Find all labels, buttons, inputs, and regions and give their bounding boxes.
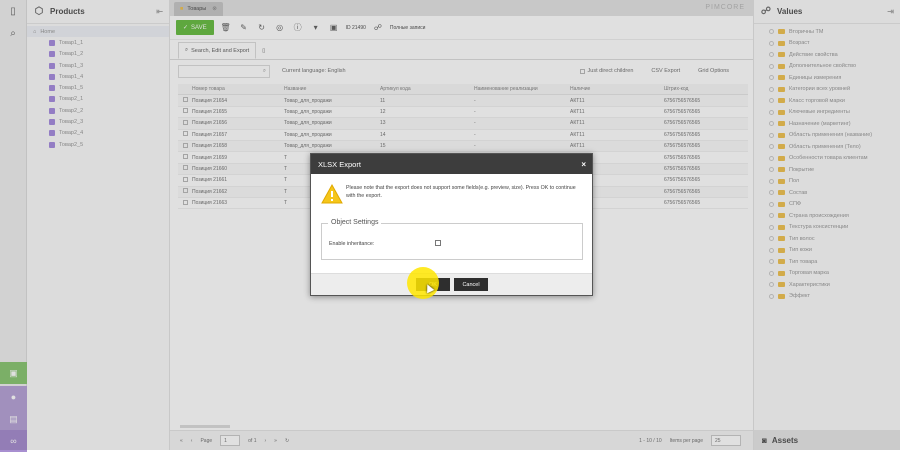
fieldset-legend: Object Settings	[328, 219, 382, 226]
click-highlight	[407, 267, 439, 299]
object-settings-fieldset: Object Settings Enable inheritance:	[321, 219, 583, 260]
cancel-button[interactable]: Cancel	[454, 278, 488, 291]
dialog-footer: OK Cancel	[311, 273, 592, 295]
xlsx-export-dialog: XLSX Export × Please note that the expor…	[310, 153, 593, 296]
dialog-title: XLSX Export	[318, 159, 361, 169]
dialog-header: XLSX Export ×	[311, 154, 592, 174]
inheritance-checkbox[interactable]	[435, 240, 441, 246]
inheritance-label: Enable inheritance:	[329, 241, 375, 247]
dialog-message: Please note that the export does not sup…	[346, 185, 576, 199]
close-icon[interactable]: ×	[581, 160, 586, 169]
warning-icon	[321, 183, 343, 204]
